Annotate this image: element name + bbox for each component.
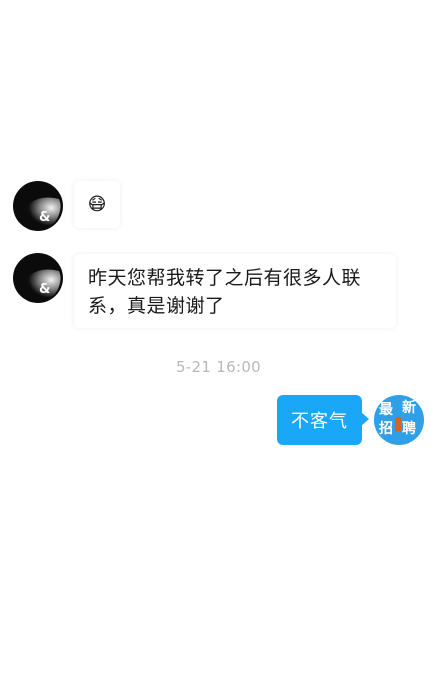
outgoing-message-bubble[interactable]: 不客气 [277,395,369,445]
logo-char: 招 [379,421,393,437]
contact-avatar[interactable]: & [13,181,63,231]
contact-avatar[interactable]: & [13,253,63,303]
message-timestamp: 5-21 16:00 [175,358,262,376]
logo-char: 聘 [402,421,416,437]
self-avatar[interactable]: 最 新 招 聘 [374,395,424,445]
svg-text:&: & [39,210,50,225]
message-text-line: 系，真是谢谢了 [88,295,225,317]
emoji-message-bubble[interactable]: 😷 [74,181,120,228]
logo-figure-icon [395,417,401,431]
logo-char: 新 [402,400,416,416]
chat-window: & 😷 & 昨天您帮我转了之后有很多人联 系，真是谢谢了 5-21 16:00 … [0,0,437,682]
message-text-line: 昨天您帮我转了之后有很多人联 [88,267,362,289]
logo-char: 最 [379,402,393,418]
contact-avatar-image: & [13,253,63,303]
text-message-bubble[interactable]: 昨天您帮我转了之后有很多人联 系，真是谢谢了 [74,254,396,328]
svg-text:&: & [39,282,50,297]
message-text: 不客气 [291,411,348,432]
mask-face-emoji: 😷 [87,193,107,215]
contact-avatar-image: & [13,181,63,231]
